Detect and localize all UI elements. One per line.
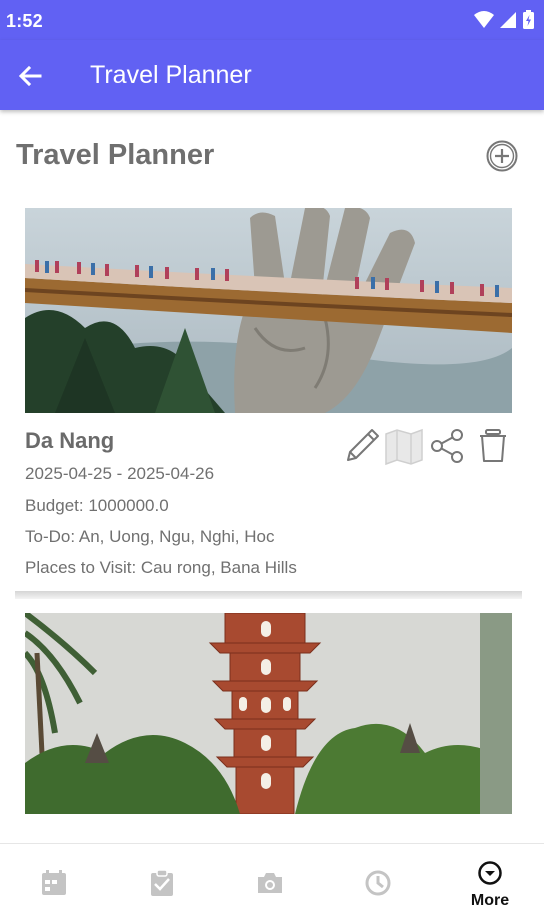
app-bar-title: Travel Planner [90, 61, 252, 89]
chevron-circle-icon [478, 861, 502, 885]
wifi-icon [474, 10, 494, 28]
nav-item-clock[interactable] [324, 844, 432, 917]
share-icon[interactable] [428, 426, 468, 466]
clipboard-icon [151, 870, 173, 896]
nav-item-clipboard[interactable] [108, 844, 216, 917]
calendar-icon [42, 870, 66, 895]
app-bar: Travel Planner [0, 40, 544, 110]
clock-icon [365, 870, 391, 896]
nav-item-more[interactable]: More [436, 844, 544, 917]
trip-todo: To-Do: An, Uong, Ngu, Nghi, Hoc [25, 527, 275, 546]
trip-name: Da Nang [25, 428, 115, 453]
nav-item-camera[interactable] [216, 844, 324, 917]
signal-icon [500, 11, 516, 28]
nav-more-label: More [470, 892, 510, 909]
battery-icon [523, 10, 534, 29]
add-circle-icon[interactable] [485, 139, 519, 173]
map-icon[interactable] [384, 426, 424, 466]
status-icons [474, 10, 534, 29]
page-title: Travel Planner [16, 139, 215, 171]
card-divider [15, 591, 522, 599]
nav-item-calendar[interactable] [0, 844, 108, 917]
back-arrow-icon[interactable] [14, 60, 46, 92]
trip-budget: Budget: 1000000.0 [25, 496, 169, 515]
trip-places: Places to Visit: Cau rong, Bana Hills [25, 558, 297, 577]
trip-image[interactable] [25, 613, 512, 814]
camera-icon [258, 873, 282, 893]
trip-image[interactable] [25, 208, 512, 413]
status-time: 1:52 [6, 11, 43, 31]
status-bar: 1:52 [0, 0, 544, 40]
trip-dates: 2025-04-25 - 2025-04-26 [25, 464, 215, 483]
edit-pencil-icon[interactable] [342, 426, 382, 466]
bottom-nav: More [0, 843, 544, 917]
trash-icon[interactable] [473, 426, 513, 466]
